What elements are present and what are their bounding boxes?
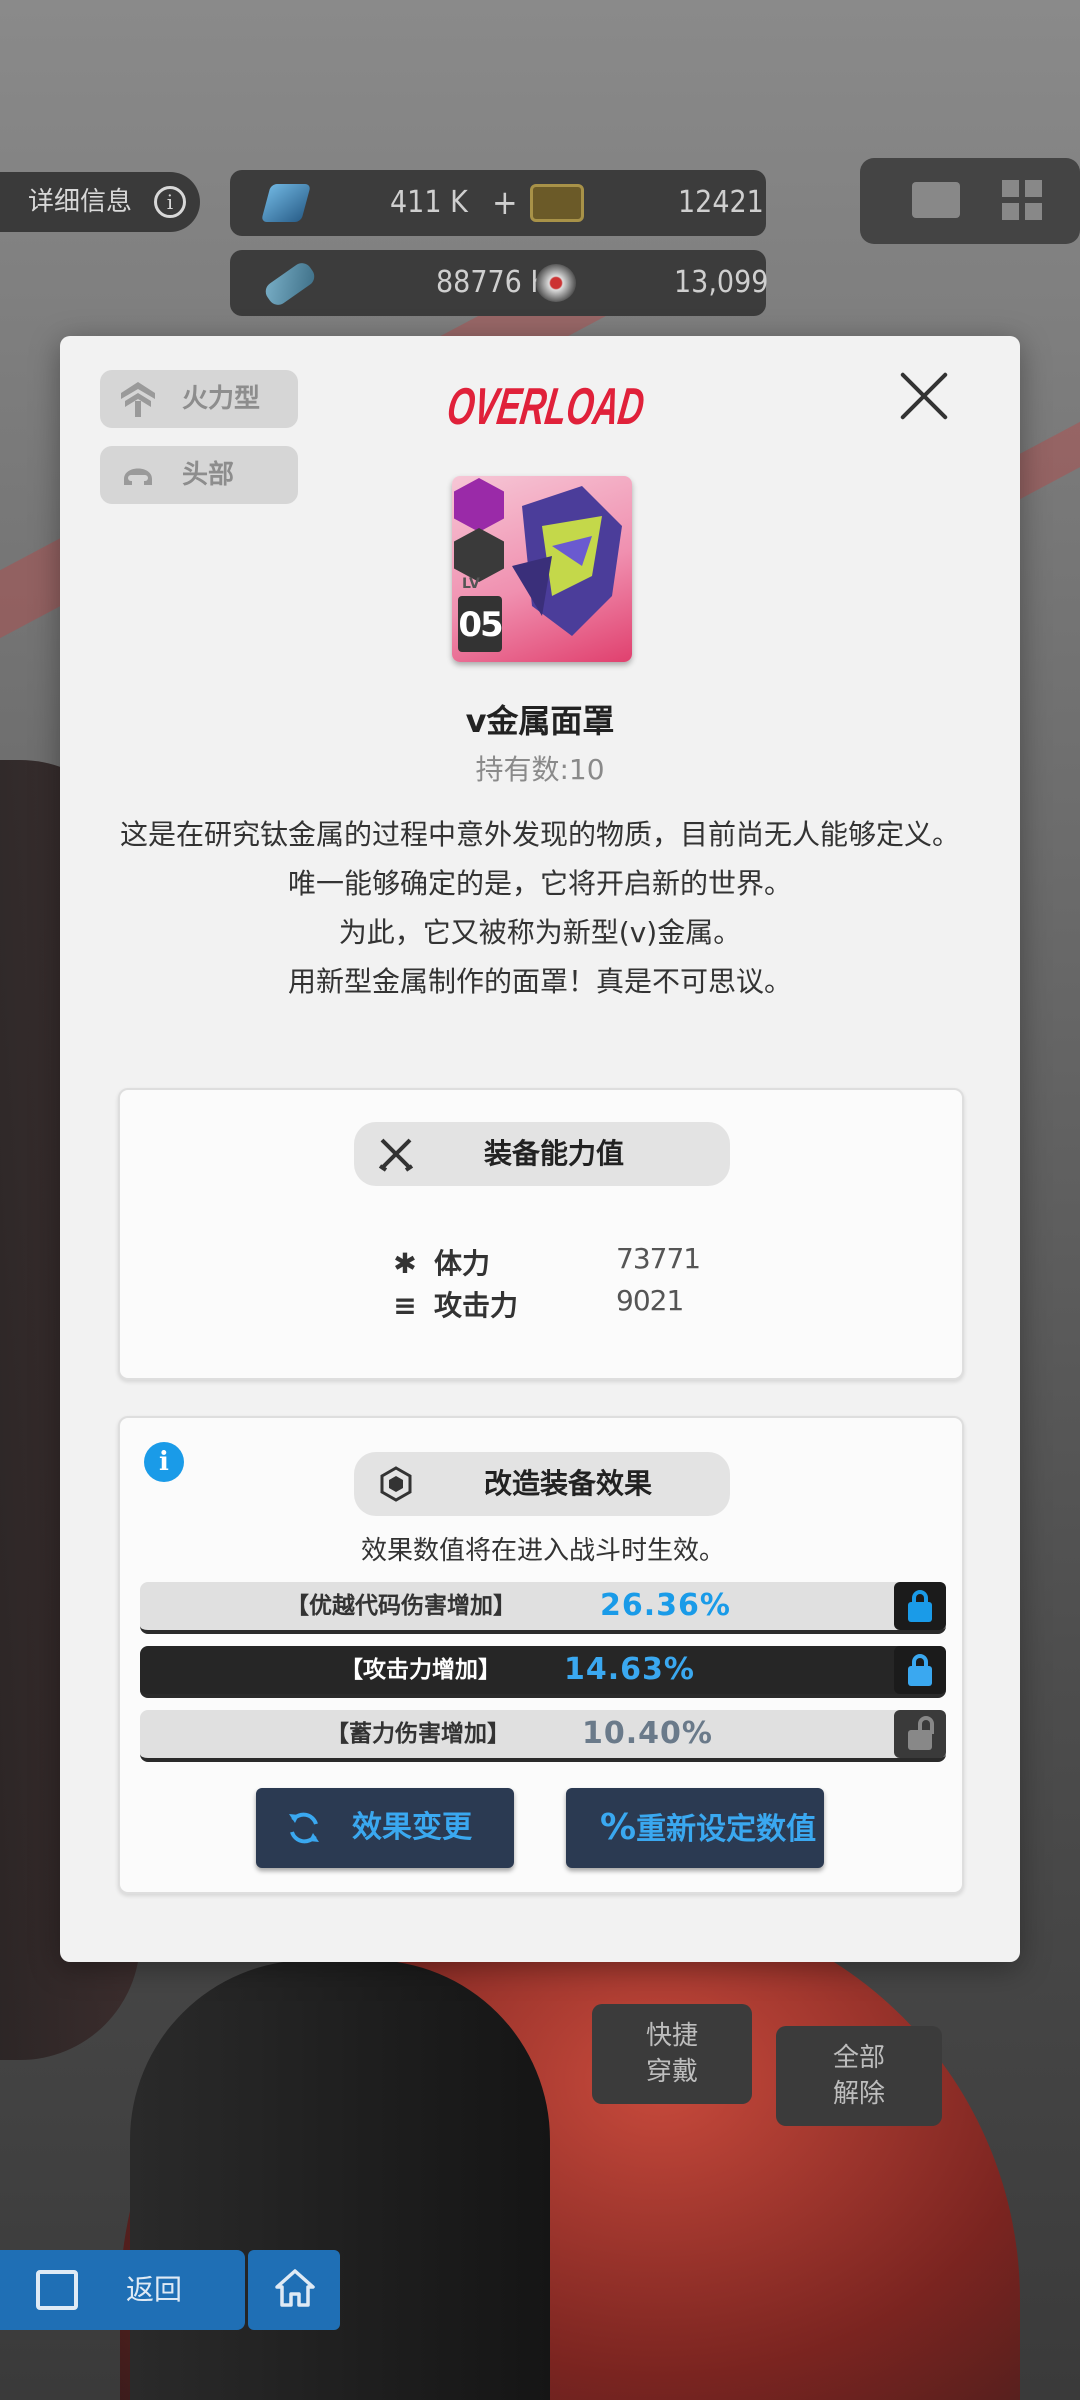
credit-card-icon [530,184,584,222]
reset-value-button[interactable]: %重新设定数值 [566,1788,824,1868]
effect-option-3[interactable]: 【蓄力伤害增加】 10.40% [140,1710,946,1762]
back-label: 返回 [126,2273,183,2306]
slot-tag: 头部 [100,446,298,504]
visor-art [512,486,622,636]
class-tag: 火力型 [100,370,298,428]
mail-icon[interactable] [912,182,960,218]
helmet-icon [124,468,152,485]
effect-option-1[interactable]: 【优越代码伤害增加】 26.36% [140,1582,946,1634]
close-button[interactable] [896,368,952,424]
effect-value: 10.40% [582,1716,713,1751]
mod-effects-panel: i 改造装备效果 效果数值将在进入战斗时生效。 【优越代码伤害增加】 26.36… [118,1416,964,1894]
core-dust-icon [536,264,576,302]
description-line: 唯一能够确定的是，它将开启新的世界。 [287,867,792,900]
equip-stats-panel: 装备能力值 ✱ 体力 73771 ≡ 攻击力 9021 [118,1088,964,1380]
core-dust-value: 13,099 [674,265,769,300]
battery-core-icon [261,259,319,309]
stat-value: 73771 [616,1242,701,1275]
effect-hint: 效果数值将在进入战斗时生效。 [360,1536,725,1566]
add-crystal-button[interactable]: + [492,170,518,236]
owned-separator: : [559,753,569,786]
hex-gear-icon [380,1466,412,1502]
change-effect-button[interactable]: 效果变更 [256,1788,514,1868]
equip-stats-header: 装备能力值 [354,1122,730,1186]
owned-count: 持有数:10 [60,748,1020,788]
lock-icon[interactable] [894,1582,946,1630]
description-line: 这是在研究钛金属的过程中意外发现的物质，目前尚无人能够定义。 [119,818,960,851]
reset-value-label: 重新设定数值 [636,1812,817,1847]
overload-logo-text: OVERLOAD [444,378,648,436]
unequip-all-label: 全部 解除 [832,2043,885,2109]
item-card: LV 05 [452,476,632,662]
crystal-icon [260,184,312,222]
stat-label: 体力 [434,1247,491,1280]
effect-label: 【优越代码伤害增加】 [286,1593,516,1619]
owned-label: 持有数 [475,753,560,786]
resource-bar-bottom: 88776 K 13,099 [230,250,769,316]
owned-value: 10 [568,753,605,786]
mod-effects-title: 改造装备效果 [484,1467,653,1500]
effect-label: 【蓄力伤害增加】 [326,1721,510,1747]
class-tag-label: 火力型 [182,384,261,414]
stat-row-hp: ✱ 体力 73771 [390,1242,701,1282]
back-button[interactable]: 返回 [0,2250,245,2330]
crystal-value: 411 K [390,185,468,220]
ammo-icon: ≡ [393,1289,417,1322]
character-legs [130,1960,550,2400]
equipment-detail-modal: 火力型 头部 OVERLOAD LV 05 v金属面罩 持有数:10 这是在研究… [60,336,1020,1962]
item-description: 这是在研究钛金属的过程中意外发现的物质，目前尚无人能够定义。 唯一能够确定的是，… [116,810,964,1006]
unlock-icon[interactable] [894,1710,946,1758]
info-icon[interactable]: i [144,1442,184,1482]
effect-value: 26.36% [600,1588,731,1623]
stat-label: 攻击力 [434,1289,519,1322]
mod-effects-header: 改造装备效果 [354,1452,730,1516]
stat-value: 9021 [616,1284,684,1317]
effect-option-2[interactable]: 【攻击力增加】 14.63% [140,1646,946,1698]
effect-value: 14.63% [564,1652,695,1687]
home-icon [275,2269,315,2307]
back-icon [36,2270,78,2310]
top-right-menu [860,158,1080,244]
slot-tag-label: 头部 [182,460,235,490]
quick-equip-button[interactable]: 快捷 穿戴 [592,2004,752,2104]
description-line: 为此，它又被称为新型(v)金属。 [338,916,742,949]
details-label: 详细信息 [28,187,133,217]
equip-stats-title: 装备能力值 [484,1137,625,1170]
lock-icon[interactable] [894,1646,946,1694]
resource-bar-top: 411 K + 12421 K [230,170,766,286]
info-icon: i [154,186,186,218]
quick-equip-label: 快捷 穿戴 [645,2021,698,2087]
firepower-class-icon [121,382,155,417]
crossed-swords-icon [378,1138,414,1172]
asterisk-icon: ✱ [393,1247,417,1280]
percent-icon: % [600,1807,637,1848]
overload-logo: OVERLOAD [444,378,648,436]
details-info-button[interactable]: 详细信息 i [0,172,200,232]
unequip-all-button[interactable]: 全部 解除 [776,2026,942,2126]
refresh-icon [289,1812,319,1844]
stat-row-atk: ≡ 攻击力 9021 [390,1284,684,1324]
description-line: 用新型金属制作的面罩！真是不可思议。 [287,965,792,998]
item-level: 05 [458,596,504,652]
effect-label: 【攻击力增加】 [340,1657,501,1683]
grid-menu-icon[interactable] [1002,180,1042,220]
home-button[interactable] [248,2250,340,2330]
level-prefix: LV [462,576,480,592]
item-name: v金属面罩 [465,702,615,740]
change-effect-label: 效果变更 [352,1810,472,1845]
battery-value: 88776 K [436,265,549,300]
